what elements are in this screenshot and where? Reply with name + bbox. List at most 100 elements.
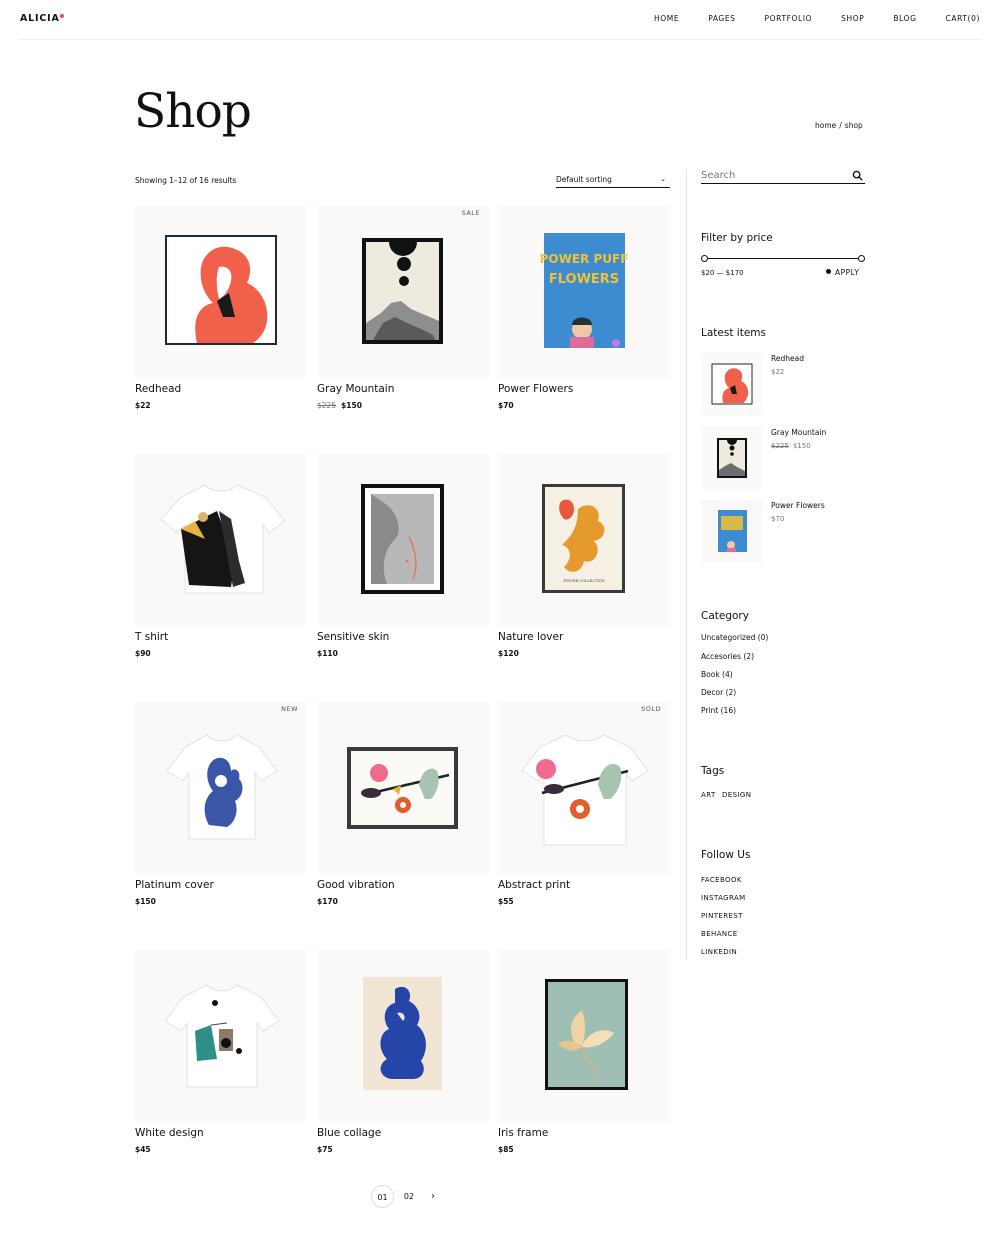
product-card[interactable]: Blue collage $75 bbox=[317, 949, 489, 1167]
latest-item[interactable]: Power Flowers $70 bbox=[701, 500, 871, 564]
product-price-current: $55 bbox=[498, 897, 514, 906]
product-name[interactable]: Iris frame bbox=[498, 1127, 548, 1139]
social-link-linkedin[interactable]: LINKEDIN bbox=[701, 948, 737, 956]
latest-item[interactable]: Gray Mountain $225 $150 bbox=[701, 427, 871, 491]
breadcrumb-home[interactable]: home bbox=[815, 121, 836, 130]
pagination-page-2[interactable]: 02 bbox=[399, 1185, 419, 1208]
product-card[interactable]: Iris frame $85 bbox=[498, 949, 670, 1167]
category-link[interactable]: Accesories (2) bbox=[701, 652, 754, 661]
product-image[interactable] bbox=[135, 949, 307, 1121]
latest-item-price-current: $22 bbox=[771, 368, 785, 376]
product-card[interactable]: White design $45 bbox=[135, 949, 307, 1167]
nav-blog[interactable]: BLOG bbox=[893, 14, 916, 23]
tag-link[interactable]: DESIGN bbox=[722, 791, 751, 799]
nav-pages[interactable]: PAGES bbox=[708, 14, 735, 23]
product-name[interactable]: Sensitive skin bbox=[317, 631, 389, 643]
nav-home[interactable]: HOME bbox=[654, 14, 679, 23]
latest-item-price: $70 bbox=[771, 515, 784, 523]
poster-caption: POSTER COLLECTION bbox=[563, 579, 604, 583]
category-link[interactable]: Decor (2) bbox=[701, 688, 736, 697]
product-card[interactable]: POSTER COLLECTION Nature lover $120 bbox=[498, 453, 670, 671]
product-price-current: $22 bbox=[135, 401, 151, 410]
product-price-old: $225 bbox=[317, 401, 337, 410]
product-image[interactable]: SALE bbox=[317, 205, 489, 377]
product-name[interactable]: White design bbox=[135, 1127, 204, 1139]
search-input[interactable] bbox=[701, 168, 846, 183]
product-price: $85 bbox=[498, 1145, 514, 1154]
product-image[interactable] bbox=[498, 949, 670, 1121]
latest-item-price-current: $150 bbox=[792, 442, 811, 450]
product-image[interactable] bbox=[135, 205, 307, 377]
product-price: $22 bbox=[135, 401, 151, 410]
product-price: $150 bbox=[135, 897, 156, 906]
product-name[interactable]: Power Flowers bbox=[498, 383, 573, 395]
product-name[interactable]: Abstract print bbox=[498, 879, 570, 891]
product-card[interactable]: Good vibration $170 bbox=[317, 701, 489, 919]
latest-item-image[interactable] bbox=[701, 353, 763, 415]
latest-item-name[interactable]: Redhead bbox=[771, 354, 804, 363]
nav-cart[interactable]: CART(0) bbox=[946, 14, 980, 23]
search-icon[interactable] bbox=[852, 170, 863, 181]
product-name[interactable]: Nature lover bbox=[498, 631, 563, 643]
product-name[interactable]: T shirt bbox=[135, 631, 168, 643]
product-price: $55 bbox=[498, 897, 514, 906]
social-link-pinterest[interactable]: PINTEREST bbox=[701, 912, 743, 920]
social-link-instagram[interactable]: INSTAGRAM bbox=[701, 894, 746, 902]
poster-title-line1: POWER PUFF bbox=[540, 252, 629, 266]
product-price-current: $150 bbox=[341, 401, 362, 410]
category-link[interactable]: Uncategorized (0) bbox=[701, 633, 768, 642]
sort-select[interactable]: Default sorting ⌄ bbox=[556, 172, 670, 188]
product-price-current: $70 bbox=[498, 401, 514, 410]
product-image[interactable] bbox=[317, 949, 489, 1121]
latest-item-image[interactable] bbox=[701, 427, 763, 489]
header-divider bbox=[20, 39, 980, 40]
latest-item-name[interactable]: Power Flowers bbox=[771, 501, 825, 510]
product-name[interactable]: Platinum cover bbox=[135, 879, 214, 891]
nav-shop[interactable]: SHOP bbox=[841, 14, 864, 23]
product-image[interactable]: NEW bbox=[135, 701, 307, 873]
product-image[interactable]: SOLD bbox=[498, 701, 670, 873]
product-price-current: $120 bbox=[498, 649, 519, 658]
product-image[interactable]: POWER PUFF FLOWERS bbox=[498, 205, 670, 377]
social-link-facebook[interactable]: FACEBOOK bbox=[701, 876, 742, 884]
product-image[interactable] bbox=[135, 453, 307, 625]
price-range-label: $20 — $170 bbox=[701, 269, 744, 277]
product-card[interactable]: Redhead $22 bbox=[135, 205, 307, 423]
poster-title-line2: FLOWERS bbox=[549, 272, 619, 287]
product-name[interactable]: Gray Mountain bbox=[317, 383, 394, 395]
tags-title: Tags bbox=[701, 765, 725, 777]
apply-button[interactable]: APPLY bbox=[826, 268, 859, 277]
pagination-next-icon[interactable]: › bbox=[424, 1185, 442, 1208]
product-name[interactable]: Blue collage bbox=[317, 1127, 381, 1139]
social-link-behance[interactable]: BEHANCE bbox=[701, 930, 738, 938]
product-name[interactable]: Good vibration bbox=[317, 879, 395, 891]
product-card[interactable]: T shirt $90 bbox=[135, 453, 307, 671]
site-logo[interactable]: ALICIA bbox=[20, 13, 60, 24]
category-link[interactable]: Book (4) bbox=[701, 670, 733, 679]
main-nav: HOME PAGES PORTFOLIO SHOP BLOG CART(0) bbox=[625, 14, 980, 23]
latest-item[interactable]: Redhead $22 bbox=[701, 353, 871, 417]
category-link[interactable]: Print (16) bbox=[701, 706, 736, 715]
price-slider-min-handle[interactable] bbox=[701, 255, 708, 262]
price-slider-track[interactable] bbox=[705, 258, 861, 259]
product-card[interactable]: Sensitive skin $110 bbox=[317, 453, 489, 671]
pagination-page-1[interactable]: 01 bbox=[371, 1185, 394, 1208]
latest-items-title: Latest items bbox=[701, 327, 766, 339]
latest-item-image[interactable] bbox=[701, 500, 763, 562]
product-price-current: $45 bbox=[135, 1145, 151, 1154]
product-name[interactable]: Redhead bbox=[135, 383, 181, 395]
product-image[interactable]: POSTER COLLECTION bbox=[498, 453, 670, 625]
page-title: Shop bbox=[134, 84, 252, 139]
product-card[interactable]: NEW Platinum cover $150 bbox=[135, 701, 307, 919]
product-badge: NEW bbox=[281, 705, 298, 713]
product-image[interactable] bbox=[317, 453, 489, 625]
nav-portfolio[interactable]: PORTFOLIO bbox=[765, 14, 813, 23]
product-card[interactable]: POWER PUFF FLOWERS Power Flowers $70 bbox=[498, 205, 670, 423]
latest-item-name[interactable]: Gray Mountain bbox=[771, 428, 826, 437]
product-card[interactable]: SOLD Abstract print $55 bbox=[498, 701, 670, 919]
product-image[interactable] bbox=[317, 701, 489, 873]
product-price-current: $170 bbox=[317, 897, 338, 906]
tag-link[interactable]: ART bbox=[701, 791, 716, 799]
product-card[interactable]: SALE Gray Mountain $225 $150 bbox=[317, 205, 489, 423]
price-slider-max-handle[interactable] bbox=[858, 255, 865, 262]
